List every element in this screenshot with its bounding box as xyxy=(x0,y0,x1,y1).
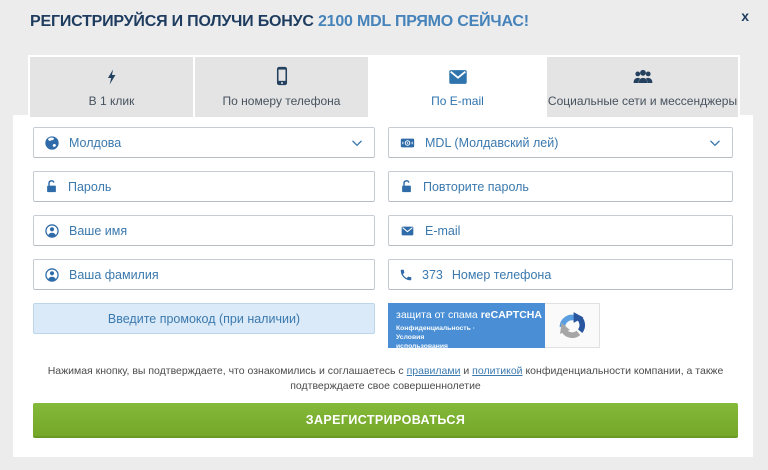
smartphone-icon xyxy=(271,64,293,88)
page-title: РЕГИСТРИРУЙСЯ И ПОЛУЧИ БОНУС 2100 MDL ПР… xyxy=(30,13,529,31)
tab-label: В 1 клик xyxy=(89,94,135,108)
page-title-text: РЕГИСТРИРУЙСЯ И ПОЛУЧИ БОНУС xyxy=(30,13,314,30)
phone-field-wrap: 373 xyxy=(388,259,733,290)
agreement-text: и xyxy=(460,365,472,377)
phone-country-code: 373 xyxy=(422,268,443,282)
first-name-input[interactable] xyxy=(69,224,364,238)
country-select[interactable]: Молдова xyxy=(33,127,375,158)
recaptcha-title: защита от спама reCAPTCHA xyxy=(396,309,537,322)
tab-phone-number[interactable]: По номеру телефона xyxy=(195,57,368,117)
globe-icon xyxy=(44,135,60,151)
registration-form: Молдова MDL (Молдавский лей) xyxy=(33,127,733,334)
bonus-amount: 2100 MDL ПРЯМО СЕЙЧАС! xyxy=(318,13,529,30)
lightning-icon xyxy=(103,64,121,88)
people-icon xyxy=(630,64,656,88)
email-field-wrap xyxy=(388,215,733,246)
agreement-text: Нажимая кнопку, вы подтверждаете, что оз… xyxy=(48,365,407,377)
currency-select-value: MDL (Молдавский лей) xyxy=(425,136,699,150)
tab-social-networks[interactable]: Социальные сети и мессенджеры xyxy=(547,57,738,117)
recaptcha-label-box: защита от спама reCAPTCHA Конфиденциальн… xyxy=(388,303,545,348)
last-name-input[interactable] xyxy=(69,268,364,282)
chevron-down-icon xyxy=(708,136,722,150)
recaptcha-widget[interactable]: защита от спама reCAPTCHA Конфиденциальн… xyxy=(388,303,600,348)
first-name-field-wrap xyxy=(33,215,375,246)
banknote-icon xyxy=(399,135,416,151)
currency-select[interactable]: MDL (Молдавский лей) xyxy=(388,127,733,158)
tab-label: По E-mail xyxy=(431,94,484,108)
privacy-policy-link[interactable]: политикой xyxy=(472,365,522,377)
registration-tabs: В 1 клик По номеру телефона По E-mail Со… xyxy=(28,55,740,117)
person-icon xyxy=(44,267,60,283)
phone-input[interactable] xyxy=(452,268,722,282)
phone-icon xyxy=(399,268,413,282)
envelope-icon xyxy=(399,224,416,238)
page-background xyxy=(0,457,768,470)
close-icon[interactable]: x xyxy=(737,5,753,27)
envelope-icon xyxy=(445,64,471,88)
recaptcha-privacy-terms: Конфиденциальность · Условия использован… xyxy=(396,324,476,352)
tab-email[interactable]: По E-mail xyxy=(370,57,545,117)
person-icon xyxy=(44,223,60,239)
lock-icon xyxy=(44,179,59,194)
chevron-down-icon xyxy=(350,136,364,150)
repeat-password-field-wrap xyxy=(388,171,733,202)
register-button[interactable]: ЗАРЕГИСТРИРОВАТЬСЯ xyxy=(33,403,738,438)
tab-one-click[interactable]: В 1 клик xyxy=(30,57,193,117)
repeat-password-input[interactable] xyxy=(423,180,722,194)
email-input[interactable] xyxy=(425,224,722,238)
tab-label: Социальные сети и мессенджеры xyxy=(548,94,737,108)
promocode-field-wrap xyxy=(33,303,375,334)
lock-icon xyxy=(399,179,414,194)
tab-label: По номеру телефона xyxy=(223,94,341,108)
country-select-value: Молдова xyxy=(69,136,341,150)
rules-link[interactable]: правилами xyxy=(407,365,461,377)
promocode-input[interactable] xyxy=(44,312,364,326)
last-name-field-wrap xyxy=(33,259,375,290)
password-input[interactable] xyxy=(68,180,364,194)
recaptcha-logo-icon xyxy=(545,303,600,348)
terms-agreement-text: Нажимая кнопку, вы подтверждаете, что оз… xyxy=(33,364,738,393)
password-field-wrap xyxy=(33,171,375,202)
